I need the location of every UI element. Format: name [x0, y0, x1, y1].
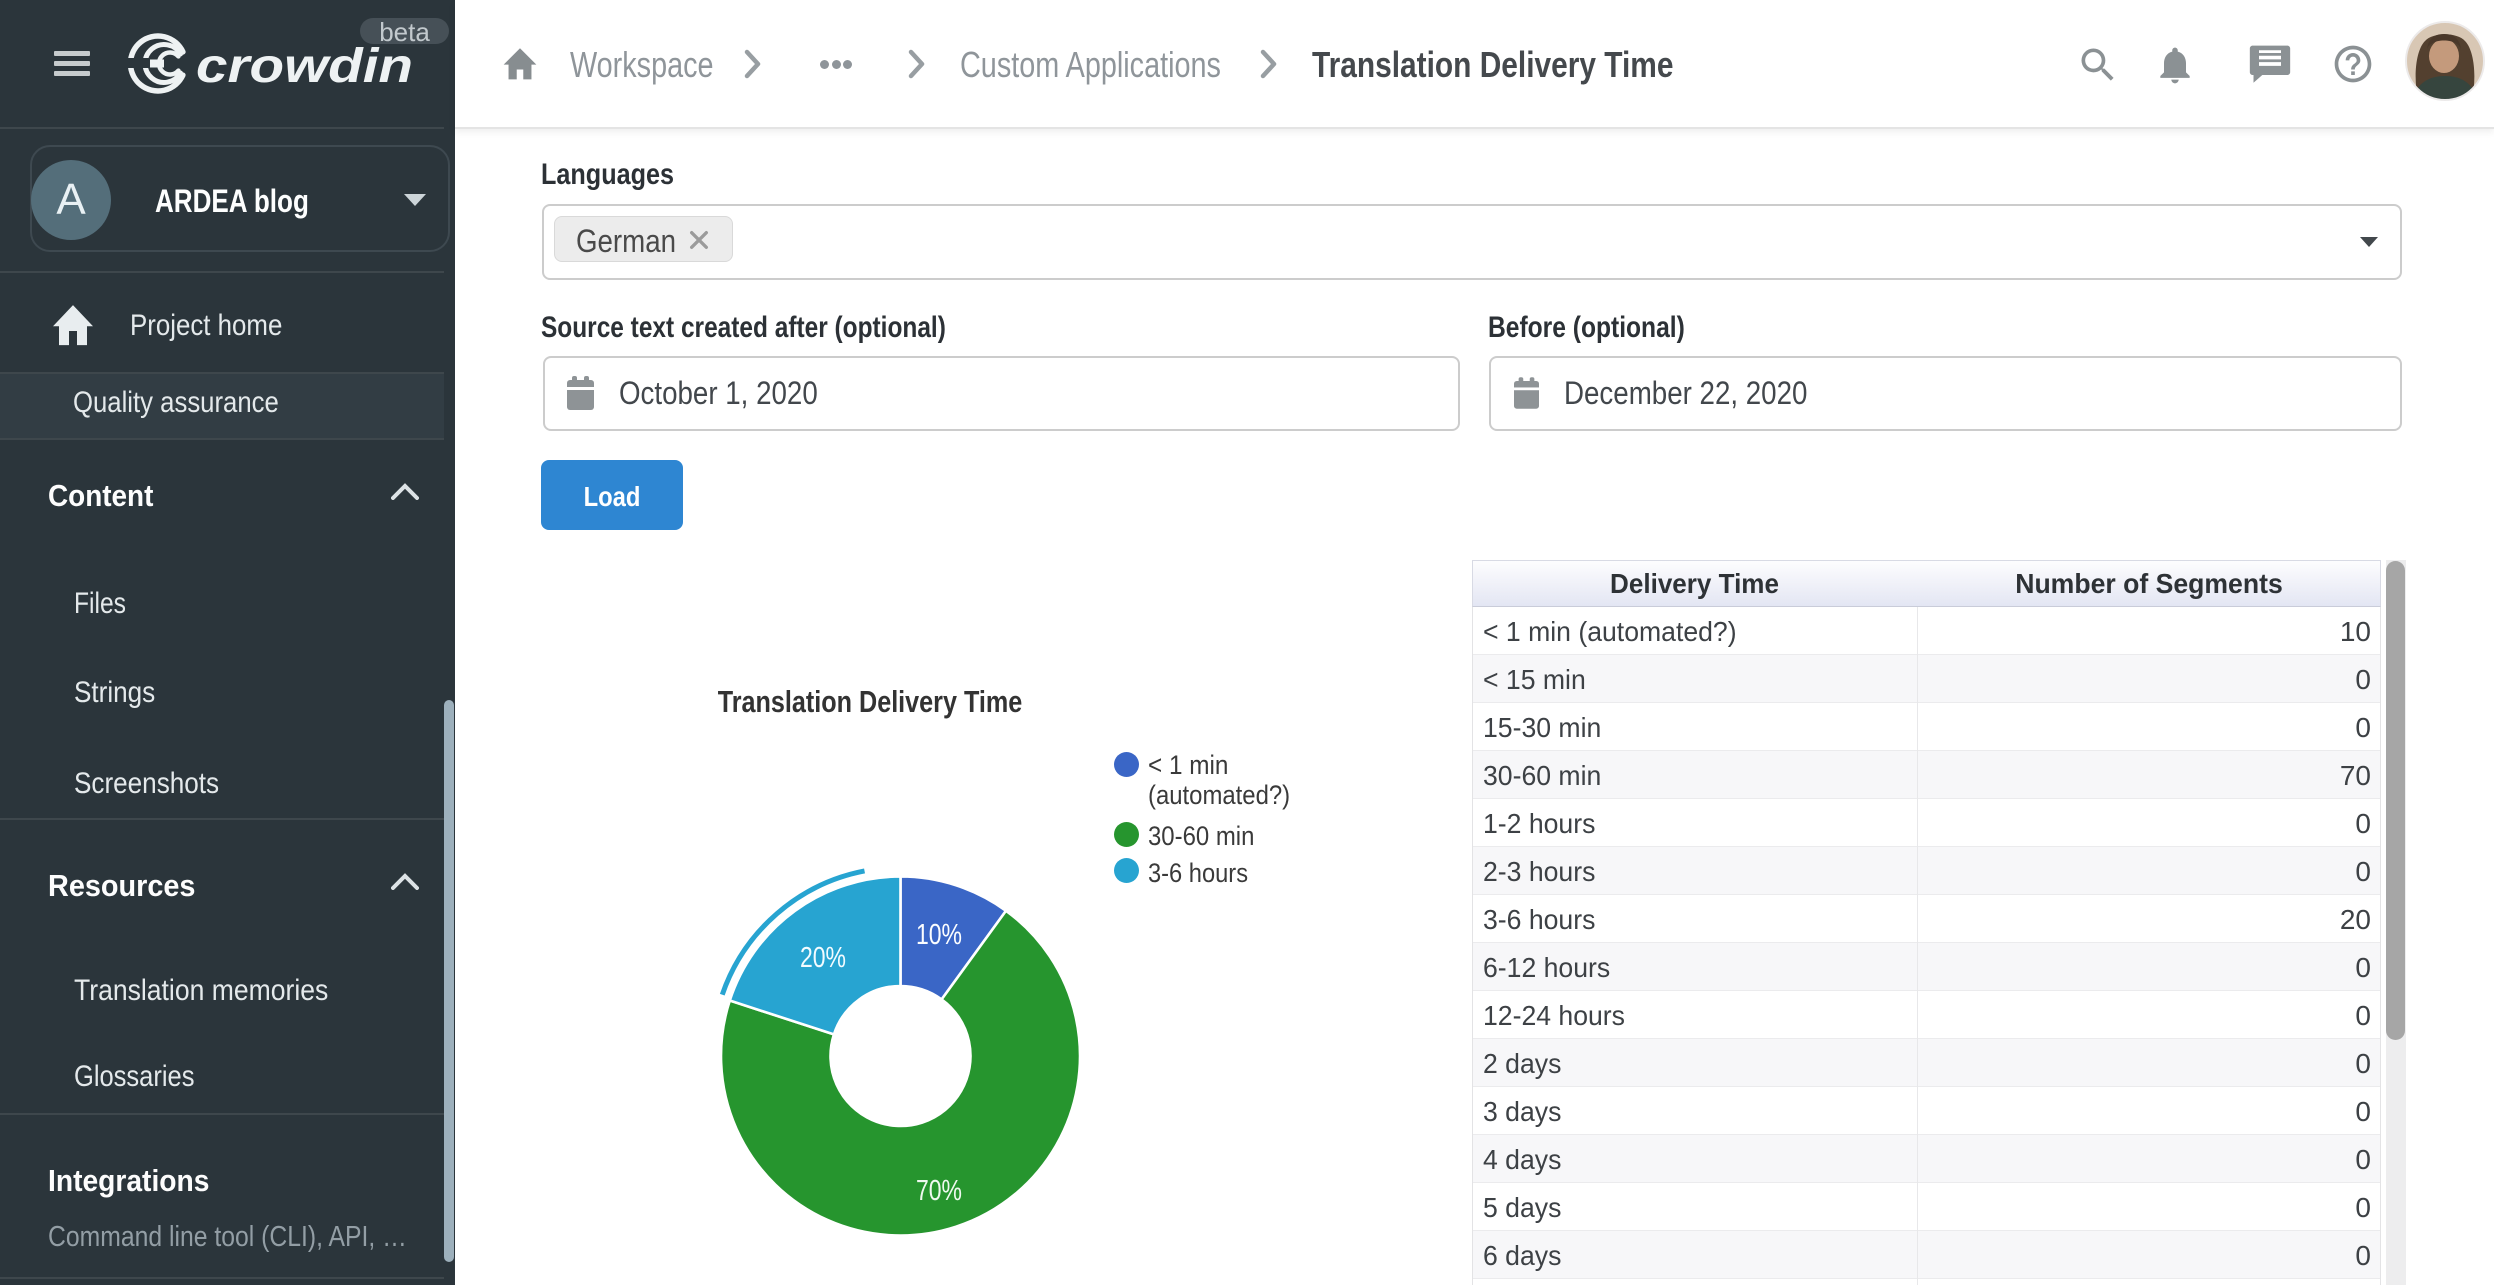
svg-text:70%: 70% [916, 1175, 962, 1207]
svg-text:10%: 10% [916, 919, 962, 951]
svg-text:crowdin: crowdin [196, 40, 413, 93]
svg-text:20%: 20% [800, 942, 846, 974]
